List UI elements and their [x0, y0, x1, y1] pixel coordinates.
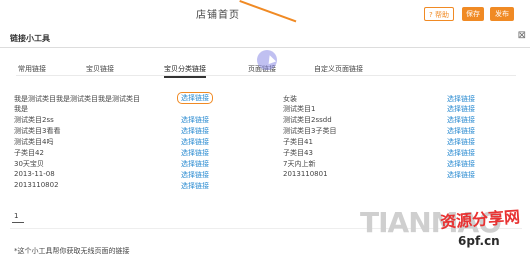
select-link-button[interactable]: 选择链接 [447, 170, 475, 180]
select-link-button[interactable]: 选择链接 [181, 126, 209, 136]
divider [0, 47, 530, 48]
category-name: 女装 [283, 95, 297, 103]
tab-item-links[interactable]: 宝贝链接 [86, 64, 114, 74]
category-name: 我是 [14, 105, 28, 113]
select-link-button[interactable]: 选择链接 [447, 126, 475, 136]
dialog-title: 链接小工具 [10, 34, 50, 43]
category-name: 我是测试类目我是测试类目我是测试类目 [14, 95, 140, 103]
select-link-button[interactable]: 选择链接 [447, 159, 475, 169]
category-name: 测试类目2ssdd [283, 116, 332, 124]
category-name: 2013110801 [283, 170, 328, 178]
watermark-url: 6pf.cn [458, 234, 500, 248]
select-link-button[interactable]: 选择链接 [181, 137, 209, 147]
pagination-page-1[interactable]: 1 [14, 212, 18, 220]
select-link-button[interactable]: 选择链接 [447, 115, 475, 125]
category-name: 测试类目2ss [14, 116, 54, 124]
tab-common-links[interactable]: 常用链接 [18, 64, 46, 74]
category-name: 子类目42 [14, 149, 44, 157]
category-name: 子类目43 [283, 149, 313, 157]
footnote: *这个小工具帮你获取无线页面的链接 [14, 247, 130, 255]
page-title: 店铺首页 [196, 10, 240, 21]
select-link-button[interactable]: 选择链接 [181, 159, 209, 169]
top-toolbar: 店铺首页 ? 帮助 保存 发布 [0, 0, 530, 29]
select-link-button[interactable]: 选择链接 [177, 92, 213, 104]
category-name: 测试类目1 [283, 105, 316, 113]
category-name: 2013110802 [14, 181, 59, 189]
help-icon: ? [429, 11, 433, 19]
tabs-divider [16, 75, 516, 76]
save-button[interactable]: 保存 [462, 7, 484, 21]
select-link-button[interactable]: 选择链接 [447, 148, 475, 158]
help-button[interactable]: ? 帮助 [424, 7, 454, 21]
category-name: 7天内上新 [283, 160, 316, 168]
select-link-button[interactable]: 选择链接 [447, 137, 475, 147]
category-name: 测试类目3子类目 [283, 127, 337, 135]
close-icon[interactable]: ⊠ [518, 30, 526, 41]
mouse-cursor-icon [257, 50, 277, 70]
tab-custom-page-links[interactable]: 自定义页面链接 [314, 64, 363, 74]
category-name: 子类目41 [283, 138, 313, 146]
decorative-line [239, 0, 297, 23]
category-name: 测试类目4吗 [14, 138, 54, 146]
select-link-button[interactable]: 选择链接 [181, 115, 209, 125]
select-link-button[interactable]: 选择链接 [181, 181, 209, 191]
help-label: 帮助 [434, 11, 449, 19]
publish-button[interactable]: 发布 [490, 7, 514, 21]
category-name: 2013-11-08 [14, 170, 55, 178]
category-name: 测试类目3看看 [14, 127, 61, 135]
select-link-button[interactable]: 选择链接 [447, 104, 475, 114]
category-name: 30天宝贝 [14, 160, 44, 168]
select-link-button[interactable]: 选择链接 [447, 94, 475, 104]
select-link-button[interactable]: 选择链接 [181, 148, 209, 158]
pagination-underline [12, 222, 24, 223]
select-link-button[interactable]: 选择链接 [181, 170, 209, 180]
